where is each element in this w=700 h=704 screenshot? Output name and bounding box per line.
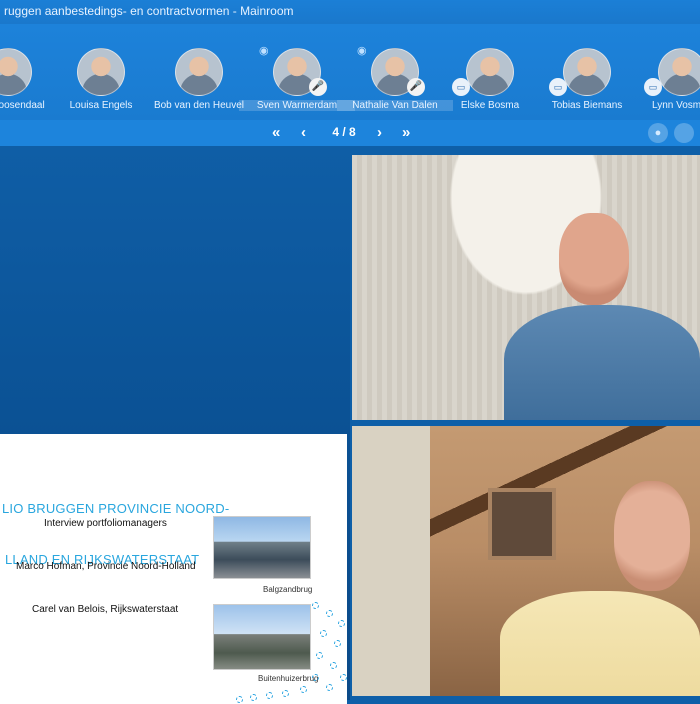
participant-tile[interactable]: ◉ 🎤 Sven Warmerdam — [239, 45, 355, 120]
shared-slide: LIO BRUGGEN PROVINCIE NOORD- LLAND EN RI… — [0, 434, 347, 704]
decor-dot — [340, 674, 347, 681]
decor-dot — [326, 610, 333, 617]
avatar — [175, 48, 223, 96]
avatar — [466, 48, 514, 96]
slide-title-line: LIO BRUGGEN PROVINCIE NOORD- — [2, 501, 230, 516]
participant-tile[interactable]: ▭ Elske Bosma — [442, 48, 538, 120]
microphone-icon[interactable]: 🎤 — [309, 78, 327, 96]
wall — [352, 426, 430, 696]
avatar — [563, 48, 611, 96]
first-page-button[interactable]: « — [272, 124, 280, 141]
participant-name: Tobias Biemans — [551, 100, 623, 111]
avatar — [77, 48, 125, 96]
photo-caption: Balgzandbrug — [263, 585, 313, 594]
participant-tile[interactable]: Louisa Engels — [53, 48, 149, 120]
photo-caption: Buitenhuizerbrug — [258, 674, 319, 683]
screen-share-icon: ▭ — [644, 78, 662, 96]
speaker-face — [559, 213, 629, 305]
video-feed[interactable] — [352, 426, 700, 696]
speaker-face — [614, 481, 690, 591]
bridge-photo — [213, 604, 311, 670]
avatar — [658, 48, 700, 96]
participant-tile[interactable]: ▭ Lynn Vosm — [634, 48, 700, 120]
decor-dot — [320, 630, 327, 637]
decor-dot — [316, 652, 323, 659]
window-title: ruggen aanbestedings- en contractvormen … — [0, 0, 700, 24]
participant-tile[interactable]: ▭ Tobias Biemans — [539, 48, 635, 120]
participant-name: Lynn Vosm — [652, 100, 700, 111]
screen-share-icon: ▭ — [549, 78, 567, 96]
slide-text: Marco Hofman, Provincie Noord-Holland — [16, 561, 196, 572]
decor-dot — [312, 674, 319, 681]
screen-share-icon: ▭ — [452, 78, 470, 96]
decor-dot — [266, 692, 273, 699]
participant-strip: Roosendaal Louisa Engels Bob van den Heu… — [0, 24, 700, 120]
speaker-body — [500, 591, 700, 696]
slide-text: Carel van Belois, Rijkswaterstaat — [32, 604, 179, 615]
decor-dot — [334, 640, 341, 647]
last-page-button[interactable]: » — [402, 124, 410, 141]
slide-text: Interview portfoliomanagers — [44, 518, 167, 529]
bridge-photo — [213, 516, 311, 579]
camera-icon[interactable] — [674, 123, 694, 143]
participant-tile[interactable]: Bob van den Heuvel — [151, 48, 247, 120]
decor-dot — [300, 686, 307, 693]
microphone-icon[interactable]: 🎤 — [407, 78, 425, 96]
participant-tile[interactable]: ◉ 🎤 Nathalie Van Dalen — [337, 45, 453, 120]
decor-dot — [326, 684, 333, 691]
previous-page-button[interactable]: ‹ — [301, 124, 306, 141]
speaker-wave-icon: ◉ — [259, 45, 269, 57]
next-page-button[interactable]: › — [377, 124, 382, 141]
presentation-stage: LIO BRUGGEN PROVINCIE NOORD- LLAND EN RI… — [0, 146, 350, 704]
decor-dot — [282, 690, 289, 697]
window — [488, 488, 556, 560]
avatar — [0, 48, 32, 96]
speaker-wave-icon: ◉ — [357, 45, 367, 57]
speaker-body — [504, 305, 700, 420]
decor-dot — [338, 620, 345, 627]
decor-dot — [330, 662, 337, 669]
slide-navigation: « ‹ 4 / 8 › » ● — [0, 120, 700, 146]
microphone-icon[interactable]: ● — [648, 123, 668, 143]
video-feed[interactable] — [352, 155, 700, 420]
page-indicator: 4 / 8 — [332, 125, 356, 139]
decor-dot — [312, 602, 319, 609]
